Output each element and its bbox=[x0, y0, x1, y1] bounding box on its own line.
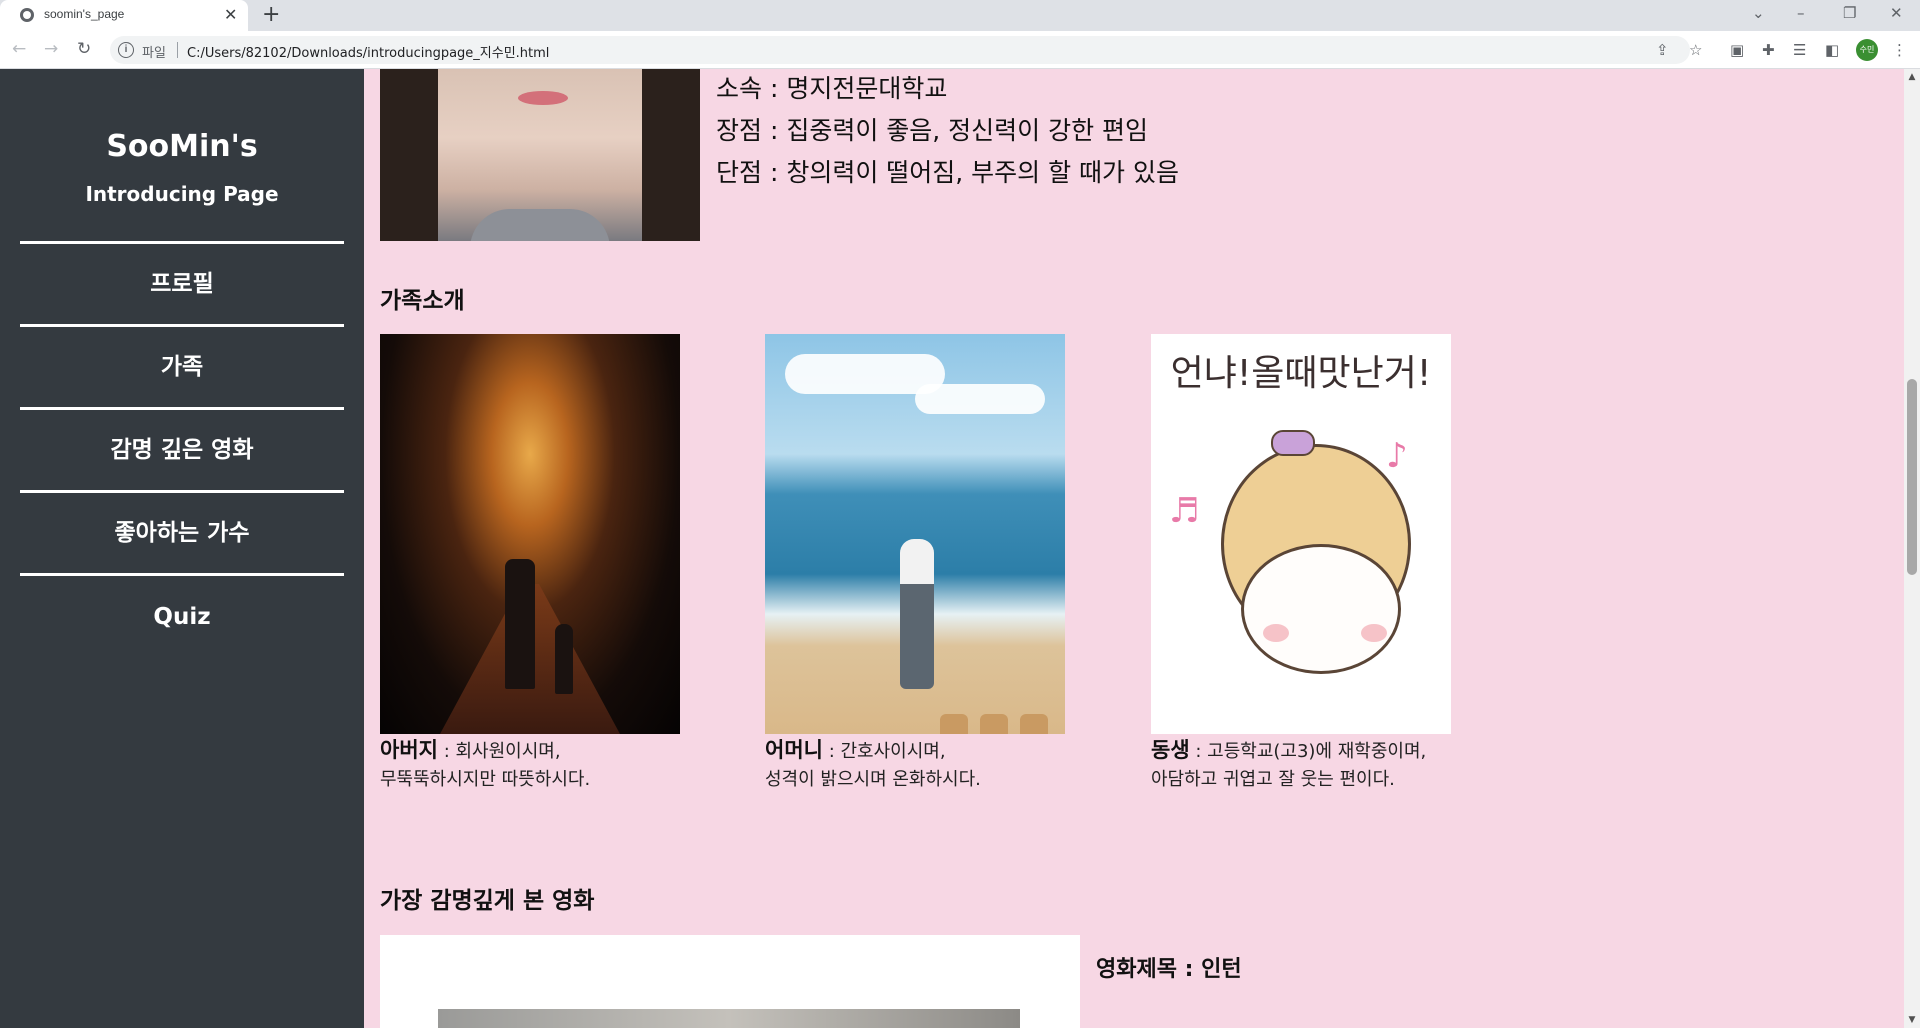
mother-caption: 어머니 : 간호사이시며, 성격이 밝으시며 온화하시다. bbox=[765, 736, 981, 794]
scroll-up-icon[interactable]: ▲ bbox=[1904, 69, 1920, 85]
info-icon[interactable]: i bbox=[118, 42, 134, 58]
father-photo bbox=[380, 334, 680, 734]
father-name: 아버지 bbox=[380, 738, 438, 762]
sister-caption: 동생 : 고등학교(고3)에 재학중이며, 아담하고 귀엽고 잘 웃는 편이다. bbox=[1151, 736, 1426, 794]
sister-desc-1: : 고등학교(고3)에 재학중이며, bbox=[1189, 741, 1427, 762]
globe-icon bbox=[20, 8, 34, 22]
address-scheme: 파일 bbox=[142, 46, 166, 61]
sister-name: 동생 bbox=[1151, 738, 1190, 762]
father-caption: 아버지 : 회사원이시며, 무뚝뚝하시지만 따뜻하시다. bbox=[380, 736, 590, 794]
movie-poster bbox=[380, 935, 1080, 1028]
main-content: 소속 : 명지전문대학교 장점 : 집중력이 좋음, 정신력이 강한 편임 단점… bbox=[364, 69, 1904, 1028]
sidebar: SooMin's Introducing Page 프로필 가족 감명 깊은 영… bbox=[0, 69, 364, 1028]
sidebar-item-quiz[interactable]: Quiz bbox=[20, 577, 344, 657]
forward-icon[interactable]: → bbox=[44, 39, 58, 59]
restore-icon[interactable]: ❐ bbox=[1843, 3, 1856, 23]
back-icon[interactable]: ← bbox=[12, 39, 26, 59]
address-divider bbox=[177, 42, 178, 58]
share-icon[interactable]: ⇪ bbox=[1656, 40, 1669, 60]
sister-image-text: 언냐!올때맛난거! bbox=[1170, 353, 1432, 394]
sister-desc-2: 아담하고 귀엽고 잘 웃는 편이다. bbox=[1151, 769, 1395, 790]
sidebar-item-movie[interactable]: 감명 깊은 영화 bbox=[20, 410, 344, 490]
scroll-down-icon[interactable]: ▼ bbox=[1904, 1012, 1920, 1028]
site-title: SooMin's bbox=[106, 129, 258, 164]
browser-toolbar: ← → ↻ i 파일 C:/Users/82102/Downloads/intr… bbox=[0, 31, 1920, 69]
address-url[interactable]: C:/Users/82102/Downloads/introducingpage… bbox=[187, 42, 549, 61]
close-tab-icon[interactable]: ✕ bbox=[224, 5, 237, 25]
minimize-icon[interactable]: – bbox=[1797, 3, 1805, 23]
scroll-thumb[interactable] bbox=[1907, 379, 1917, 575]
side-panel-icon[interactable]: ◧ bbox=[1825, 40, 1839, 60]
profile-avatar[interactable]: 수민 bbox=[1856, 39, 1878, 61]
tab-search-icon[interactable]: ⌄ bbox=[1752, 3, 1765, 23]
mother-desc-2: 성격이 밝으시며 온화하시다. bbox=[765, 769, 981, 790]
mother-desc-1: : 간호사이시며, bbox=[822, 741, 946, 762]
sister-photo: 언냐!올때맛난거! ♬ ♪ bbox=[1151, 334, 1451, 734]
bookmark-star-icon[interactable]: ☆ bbox=[1689, 40, 1702, 60]
sidebar-divider bbox=[20, 573, 344, 576]
music-note-icon: ♬ bbox=[1169, 491, 1200, 531]
profile-weaknesses: 단점 : 창의력이 떨어짐, 부주의 할 때가 있음 bbox=[716, 158, 1179, 187]
tab-title: soomin's_page bbox=[44, 7, 125, 21]
movie-title: 영화제목 : 인턴 bbox=[1096, 957, 1242, 982]
sidebar-item-family[interactable]: 가족 bbox=[20, 327, 344, 407]
music-note-icon: ♪ bbox=[1386, 436, 1408, 476]
mother-photo bbox=[765, 334, 1065, 734]
sidebar-item-singer[interactable]: 좋아하는 가수 bbox=[20, 493, 344, 573]
page-scrollbar[interactable]: ▲ ▼ bbox=[1904, 69, 1920, 1028]
extensions-puzzle-icon[interactable]: ✚ bbox=[1762, 40, 1775, 60]
reading-list-icon[interactable]: ☰ bbox=[1793, 40, 1806, 60]
profile-photo bbox=[380, 69, 700, 241]
father-desc-1: : 회사원이시며, bbox=[437, 741, 561, 762]
family-heading: 가족소개 bbox=[380, 288, 465, 314]
browser-tab-bar: soomin's_page ✕ + ⌄ – ❐ ✕ bbox=[0, 0, 1920, 31]
father-desc-2: 무뚝뚝하시지만 따뜻하시다. bbox=[380, 769, 591, 790]
address-bar[interactable]: i 파일 C:/Users/82102/Downloads/introducin… bbox=[110, 36, 1690, 64]
profile-strengths: 장점 : 집중력이 좋음, 정신력이 강한 편임 bbox=[716, 116, 1149, 145]
movie-heading: 가장 감명깊게 본 영화 bbox=[380, 888, 595, 914]
extension-badge-icon[interactable]: ▣ bbox=[1730, 40, 1744, 60]
reload-icon[interactable]: ↻ bbox=[77, 39, 91, 59]
close-window-icon[interactable]: ✕ bbox=[1890, 3, 1903, 23]
sidebar-item-profile[interactable]: 프로필 bbox=[20, 244, 344, 324]
browser-tab[interactable]: soomin's_page ✕ bbox=[0, 0, 248, 31]
new-tab-button[interactable]: + bbox=[262, 3, 280, 27]
mother-name: 어머니 bbox=[765, 738, 823, 762]
menu-icon[interactable]: ⋮ bbox=[1892, 40, 1907, 60]
site-subtitle: Introducing Page bbox=[85, 182, 279, 206]
page-viewport: SooMin's Introducing Page 프로필 가족 감명 깊은 영… bbox=[0, 69, 1920, 1028]
profile-affiliation: 소속 : 명지전문대학교 bbox=[716, 74, 948, 103]
